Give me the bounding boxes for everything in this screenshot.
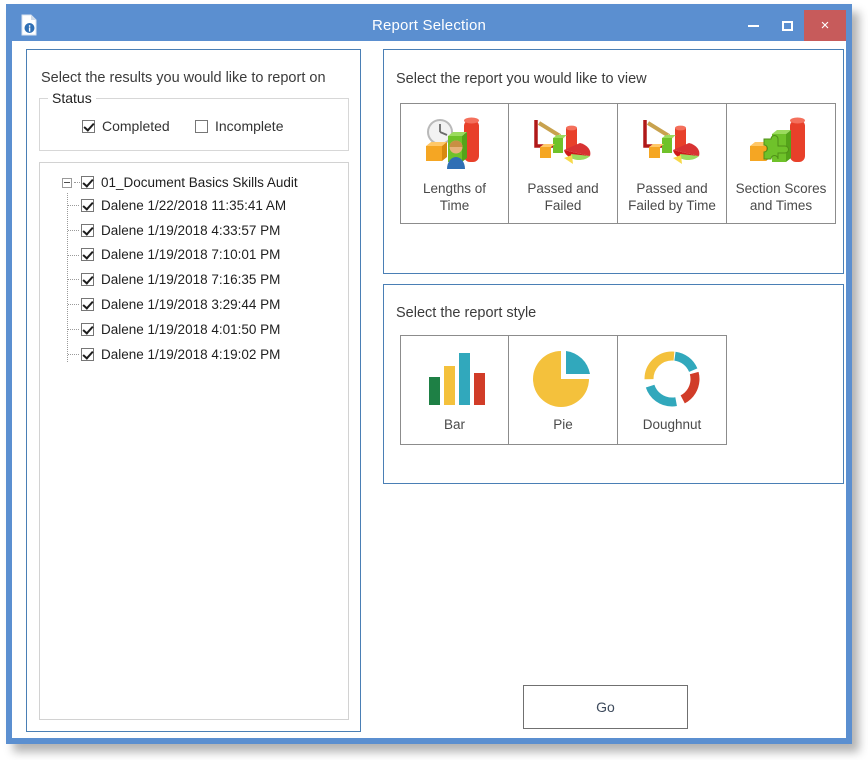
- tree-children: Dalene 1/22/2018 11:35:41 AM Dalene 1/19…: [67, 193, 337, 367]
- results-panel-caption: Select the results you would like to rep…: [41, 70, 326, 86]
- style-card-label: Bar: [443, 417, 465, 432]
- title-bar: Report Selection ×: [12, 10, 846, 41]
- report-card-section-scores-and-times[interactable]: Section Scores and Times: [727, 103, 836, 224]
- report-card-label: Passed and Failed: [527, 181, 599, 213]
- results-selection-panel: Select the results you would like to rep…: [26, 49, 361, 732]
- maximize-button[interactable]: [770, 10, 804, 41]
- status-group: Status Completed Incomplete: [39, 90, 349, 151]
- report-panel-caption: Select the report you would like to view: [396, 71, 647, 87]
- checkbox-completed[interactable]: Completed: [82, 118, 170, 134]
- tree-root-label: 01_Document Basics Skills Audit: [101, 175, 298, 190]
- window-buttons: ×: [736, 10, 846, 41]
- bar-chart-puzzle-icon: [744, 104, 818, 178]
- report-card-label: Lengths of Time: [422, 181, 487, 213]
- tree-item-checkbox[interactable]: [81, 223, 94, 237]
- style-card-label: Doughnut: [642, 417, 702, 432]
- tree-item-label: Dalene 1/22/2018 11:35:41 AM: [101, 197, 287, 213]
- checkbox-completed-label: Completed: [102, 118, 170, 134]
- tree-item-label: Dalene 1/19/2018 4:33:57 PM: [101, 222, 281, 238]
- report-card-lengths-of-time[interactable]: Lengths of Time: [400, 103, 509, 224]
- report-style-panel: Select the report style Bar Pie Doughnut: [383, 284, 844, 484]
- pie-chart-icon: [529, 336, 597, 416]
- maximize-icon: [781, 20, 793, 31]
- window-client-area: Select the results you would like to rep…: [12, 41, 846, 738]
- checkbox-completed-box[interactable]: [82, 119, 95, 133]
- tree-connector: [68, 328, 79, 330]
- report-card-passed-and-failed[interactable]: Passed and Failed: [509, 103, 618, 224]
- tree-root-checkbox[interactable]: [81, 176, 94, 189]
- tree-item-label: Dalene 1/19/2018 4:19:02 PM: [101, 346, 281, 362]
- tree-item-checkbox[interactable]: [81, 322, 94, 336]
- collapse-minus-icon[interactable]: [62, 177, 72, 188]
- style-card-label: Pie: [553, 417, 573, 432]
- chart-pencil-pie-icon: [526, 104, 600, 178]
- doughnut-chart-icon: [638, 336, 706, 416]
- tree-item-checkbox[interactable]: [81, 298, 94, 312]
- tree-connector: [74, 181, 80, 184]
- screen: Report Selection × Select the results yo…: [0, 0, 868, 760]
- tree-item-label: Dalene 1/19/2018 4:01:50 PM: [101, 321, 281, 337]
- tree-item-label: Dalene 1/19/2018 7:16:35 PM: [101, 272, 281, 288]
- tree-item[interactable]: Dalene 1/22/2018 11:35:41 AM: [67, 193, 337, 218]
- report-card-label: Passed and Failed by Time: [628, 181, 716, 213]
- tree-item-checkbox[interactable]: [81, 347, 94, 361]
- minimize-icon: [747, 24, 759, 27]
- style-card-bar[interactable]: Bar: [400, 335, 509, 445]
- tree-connector: [68, 304, 79, 306]
- tree-item[interactable]: Dalene 1/19/2018 4:19:02 PM: [67, 342, 337, 367]
- checkbox-incomplete-box[interactable]: [195, 119, 208, 133]
- tree-item[interactable]: Dalene 1/19/2018 7:10:01 PM: [67, 243, 337, 268]
- report-card-passed-and-failed-by-time[interactable]: Passed and Failed by Time: [618, 103, 727, 224]
- clock-bar-chart-people-icon: [418, 104, 492, 178]
- tree-item-checkbox[interactable]: [81, 198, 94, 212]
- style-card-doughnut[interactable]: Doughnut: [618, 335, 727, 445]
- tree-item-checkbox[interactable]: [81, 273, 94, 287]
- style-panel-caption: Select the report style: [396, 305, 537, 321]
- tree-connector: [68, 205, 79, 206]
- report-selection-panel: Select the report you would like to view: [383, 49, 844, 274]
- close-icon: ×: [820, 17, 830, 34]
- report-card-label: Section Scores and Times: [735, 181, 827, 213]
- status-group-legend: Status: [48, 90, 96, 106]
- go-button-label: Go: [596, 699, 615, 715]
- close-button[interactable]: ×: [804, 10, 846, 41]
- bar-chart-icon: [421, 336, 489, 416]
- tree-root-node[interactable]: 01_Document Basics Skills Audit: [62, 175, 298, 190]
- tree-connector: [68, 229, 79, 231]
- go-button[interactable]: Go: [523, 685, 688, 729]
- tree-item-checkbox[interactable]: [81, 248, 94, 262]
- tree-item[interactable]: Dalene 1/19/2018 3:29:44 PM: [67, 292, 337, 317]
- tree-connector: [68, 254, 79, 256]
- tree-item-label: Dalene 1/19/2018 7:10:01 PM: [101, 247, 281, 263]
- results-tree[interactable]: 01_Document Basics Skills Audit Dalene 1…: [39, 162, 349, 720]
- tree-item[interactable]: Dalene 1/19/2018 4:01:50 PM: [67, 317, 337, 342]
- report-selection-window: Report Selection × Select the results yo…: [6, 4, 852, 744]
- checkbox-incomplete-label: Incomplete: [215, 118, 284, 134]
- chart-pencil-pie-icon: [635, 104, 709, 178]
- tree-item[interactable]: Dalene 1/19/2018 7:16:35 PM: [67, 267, 337, 292]
- style-card-strip: Bar Pie Doughnut: [400, 335, 727, 445]
- tree-connector: [68, 353, 79, 355]
- document-info-icon: [20, 14, 39, 36]
- report-card-strip: Lengths of Time Passed and Failed Passed…: [400, 103, 836, 224]
- window-title: Report Selection: [371, 17, 487, 34]
- tree-connector: [68, 279, 79, 281]
- checkbox-incomplete[interactable]: Incomplete: [195, 118, 283, 134]
- minimize-button[interactable]: [736, 10, 770, 41]
- style-card-pie[interactable]: Pie: [509, 335, 618, 445]
- tree-item-label: Dalene 1/19/2018 3:29:44 PM: [101, 297, 281, 313]
- tree-item[interactable]: Dalene 1/19/2018 4:33:57 PM: [67, 218, 337, 243]
